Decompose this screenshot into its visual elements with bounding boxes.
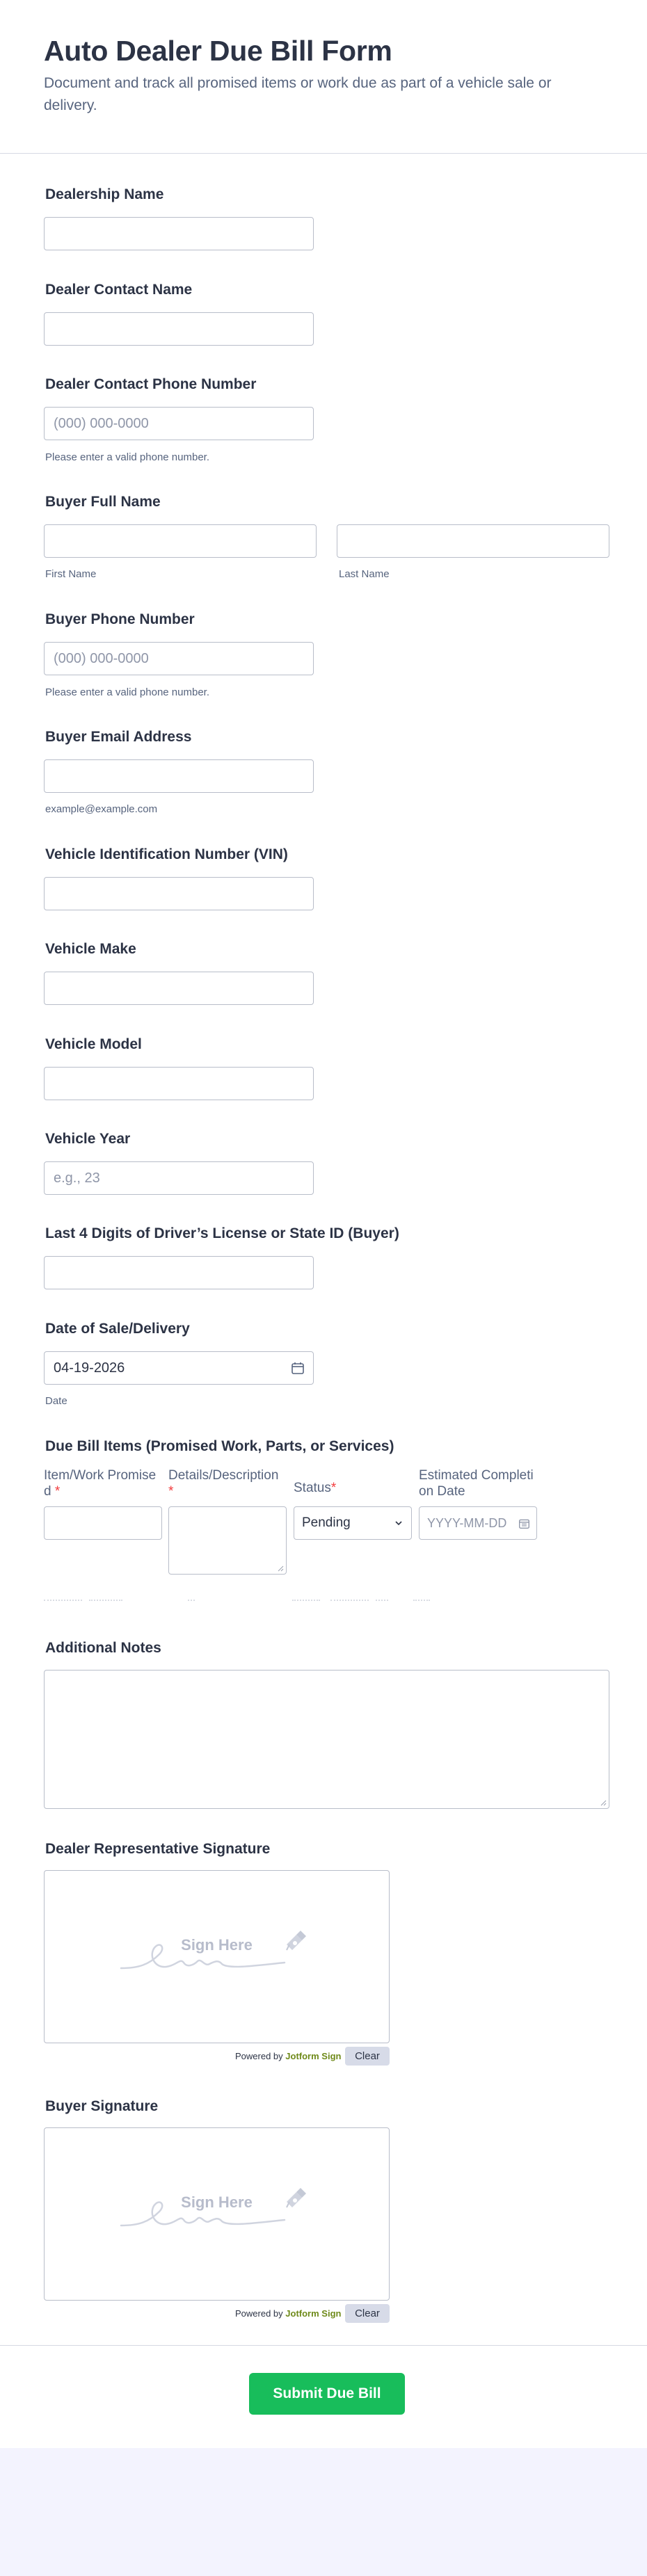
- buyer-first-name-input[interactable]: [44, 524, 317, 558]
- col-details-header: Details/Description *: [168, 1468, 279, 1499]
- due-date-input[interactable]: YYYY-MM-DD: [419, 1506, 537, 1540]
- due-status-select[interactable]: Pending: [294, 1506, 412, 1540]
- page-title: Auto Dealer Due Bill Form: [44, 35, 392, 67]
- sale-date-value: 04-19-2026: [54, 1360, 125, 1376]
- col-status-header: Status*: [294, 1481, 337, 1495]
- dealership-name-label: Dealership Name: [45, 186, 164, 202]
- calendar-icon[interactable]: [291, 1361, 305, 1375]
- dealer-contact-name-input[interactable]: [44, 312, 314, 346]
- footer-divider: [0, 2345, 647, 2346]
- dealer-signature-label: Dealer Representative Signature: [45, 1841, 271, 1857]
- faded-row-divider: [413, 1600, 430, 1605]
- buyer-email-label: Buyer Email Address: [45, 729, 192, 745]
- due-items-label: Due Bill Items (Promised Work, Parts, or…: [45, 1438, 394, 1454]
- dealer-signature-pad[interactable]: Sign Here: [44, 1870, 390, 2043]
- calendar-icon[interactable]: [518, 1518, 530, 1529]
- first-name-hint: First Name: [45, 568, 97, 580]
- buyer-signature-pad[interactable]: Sign Here: [44, 2127, 390, 2301]
- vehicle-make-input[interactable]: [44, 972, 314, 1005]
- buyer-email-hint: example@example.com: [45, 803, 158, 815]
- dealer-phone-hint: Please enter a valid phone number.: [45, 451, 209, 463]
- faded-row-divider: [330, 1600, 369, 1605]
- vin-input[interactable]: [44, 877, 314, 910]
- vehicle-year-placeholder: e.g., 23: [54, 1170, 100, 1186]
- notes-textarea[interactable]: [44, 1670, 609, 1809]
- page-subtitle: Document and track all promised items or…: [44, 75, 552, 113]
- chevron-down-icon: [395, 1521, 402, 1526]
- last-name-hint: Last Name: [339, 568, 390, 580]
- notes-label: Additional Notes: [45, 1640, 161, 1656]
- resize-handle-icon[interactable]: [277, 1565, 284, 1572]
- powered-by-text: Powered by Jotform Sign: [235, 2051, 342, 2061]
- due-details-textarea[interactable]: [168, 1506, 287, 1575]
- faded-row-divider: [188, 1600, 195, 1605]
- clear-dealer-signature-button[interactable]: Clear: [345, 2047, 390, 2066]
- due-item-input[interactable]: [44, 1506, 162, 1540]
- pen-icon: [286, 2188, 306, 2208]
- due-date-placeholder: YYYY-MM-DD: [427, 1516, 507, 1530]
- faded-row-divider: [89, 1600, 122, 1605]
- dealer-phone-input[interactable]: (000) 000-0000: [44, 407, 314, 440]
- sale-date-hint: Date: [45, 1395, 67, 1407]
- powered-by-text: Powered by Jotform Sign: [235, 2308, 342, 2319]
- sale-date-input[interactable]: 04-19-2026: [44, 1351, 314, 1385]
- vehicle-make-label: Vehicle Make: [45, 941, 136, 957]
- buyer-phone-hint: Please enter a valid phone number.: [45, 686, 209, 698]
- resize-handle-icon[interactable]: [600, 1799, 607, 1806]
- dealer-phone-placeholder: (000) 000-0000: [54, 416, 149, 431]
- due-status-value: Pending: [302, 1515, 351, 1530]
- form-header: Auto Dealer Due Bill Form Document and t…: [0, 0, 647, 154]
- sale-date-label: Date of Sale/Delivery: [45, 1321, 190, 1337]
- license-label: Last 4 Digits of Driver’s License or Sta…: [45, 1225, 399, 1241]
- clear-buyer-signature-button[interactable]: Clear: [345, 2304, 390, 2323]
- dealership-name-input[interactable]: [44, 217, 314, 250]
- pen-icon: [286, 1931, 306, 1951]
- form-card: Auto Dealer Due Bill Form Document and t…: [0, 0, 647, 2448]
- col-date-header: Estimated Completion Date: [419, 1468, 534, 1499]
- col-item-header: Item/Work Promised *: [44, 1468, 157, 1499]
- faded-row-divider: [292, 1600, 320, 1605]
- buyer-phone-label: Buyer Phone Number: [45, 611, 195, 627]
- buyer-name-label: Buyer Full Name: [45, 494, 161, 510]
- jotform-sign-brand: Jotform Sign: [285, 2308, 342, 2319]
- submit-button[interactable]: Submit Due Bill: [249, 2373, 405, 2415]
- dealer-phone-label: Dealer Contact Phone Number: [45, 376, 257, 392]
- vehicle-year-input[interactable]: e.g., 23: [44, 1161, 314, 1195]
- dealer-contact-name-label: Dealer Contact Name: [45, 282, 193, 298]
- faded-row-divider: [44, 1600, 82, 1605]
- buyer-email-input[interactable]: [44, 759, 314, 793]
- buyer-phone-placeholder: (000) 000-0000: [54, 651, 149, 666]
- vehicle-model-label: Vehicle Model: [45, 1036, 142, 1052]
- vin-label: Vehicle Identification Number (VIN): [45, 846, 288, 862]
- buyer-signature-label: Buyer Signature: [45, 2098, 159, 2114]
- jotform-sign-brand: Jotform Sign: [285, 2051, 342, 2061]
- faded-row-divider: [376, 1600, 388, 1605]
- vehicle-model-input[interactable]: [44, 1067, 314, 1100]
- buyer-phone-input[interactable]: (000) 000-0000: [44, 642, 314, 675]
- buyer-last-name-input[interactable]: [337, 524, 609, 558]
- vehicle-year-label: Vehicle Year: [45, 1131, 131, 1147]
- license-input[interactable]: [44, 1256, 314, 1289]
